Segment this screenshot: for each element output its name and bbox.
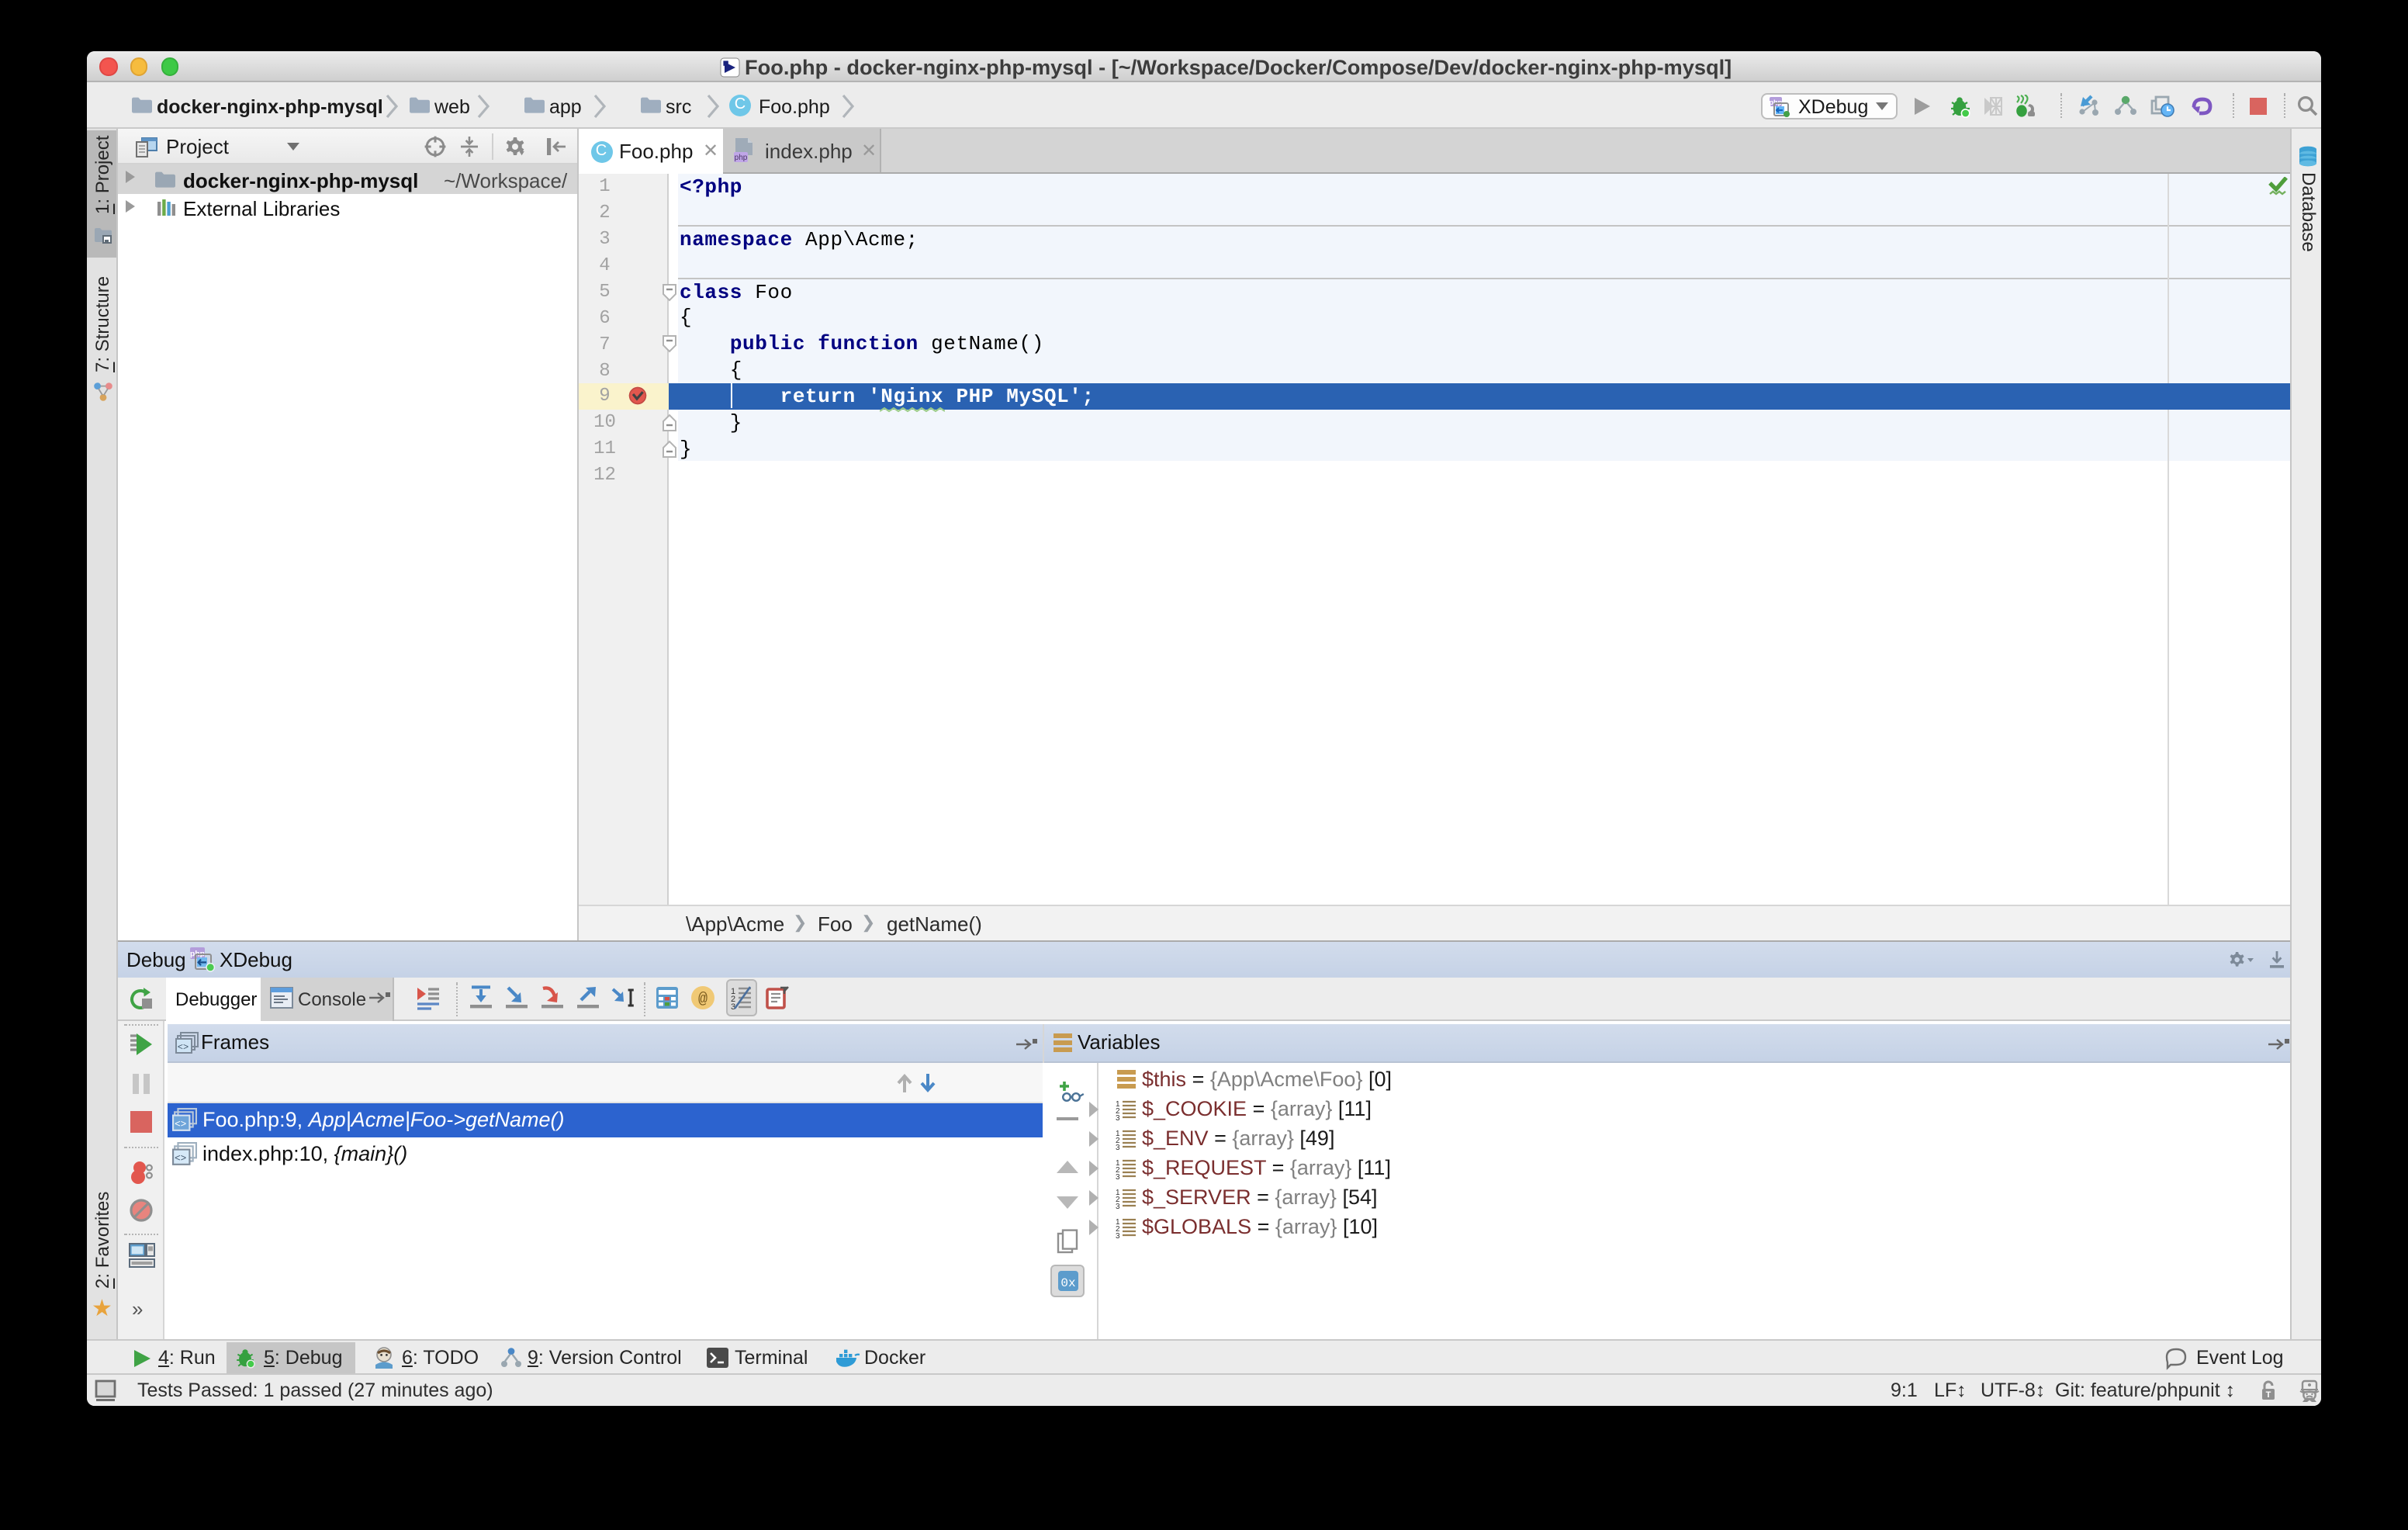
svg-text:@: @ [698, 990, 708, 1008]
svg-text:3: 3 [730, 1002, 735, 1009]
svg-text:3: 3 [1115, 1173, 1119, 1179]
svg-text:<>: <> [178, 1041, 189, 1052]
svg-text:3: 3 [1115, 1144, 1119, 1150]
svg-text:<>: <> [174, 1119, 185, 1130]
svg-text:0x: 0x [1060, 1276, 1074, 1290]
svg-text:3: 3 [1115, 1232, 1119, 1238]
svg-text:T: T [2265, 1390, 2271, 1400]
svg-text:<>: <> [174, 1153, 185, 1165]
svg-text:3: 3 [1115, 1203, 1119, 1209]
svg-text:php: php [1769, 98, 1782, 106]
svg-text:php: php [735, 154, 748, 162]
svg-text:3: 3 [1115, 1114, 1119, 1120]
